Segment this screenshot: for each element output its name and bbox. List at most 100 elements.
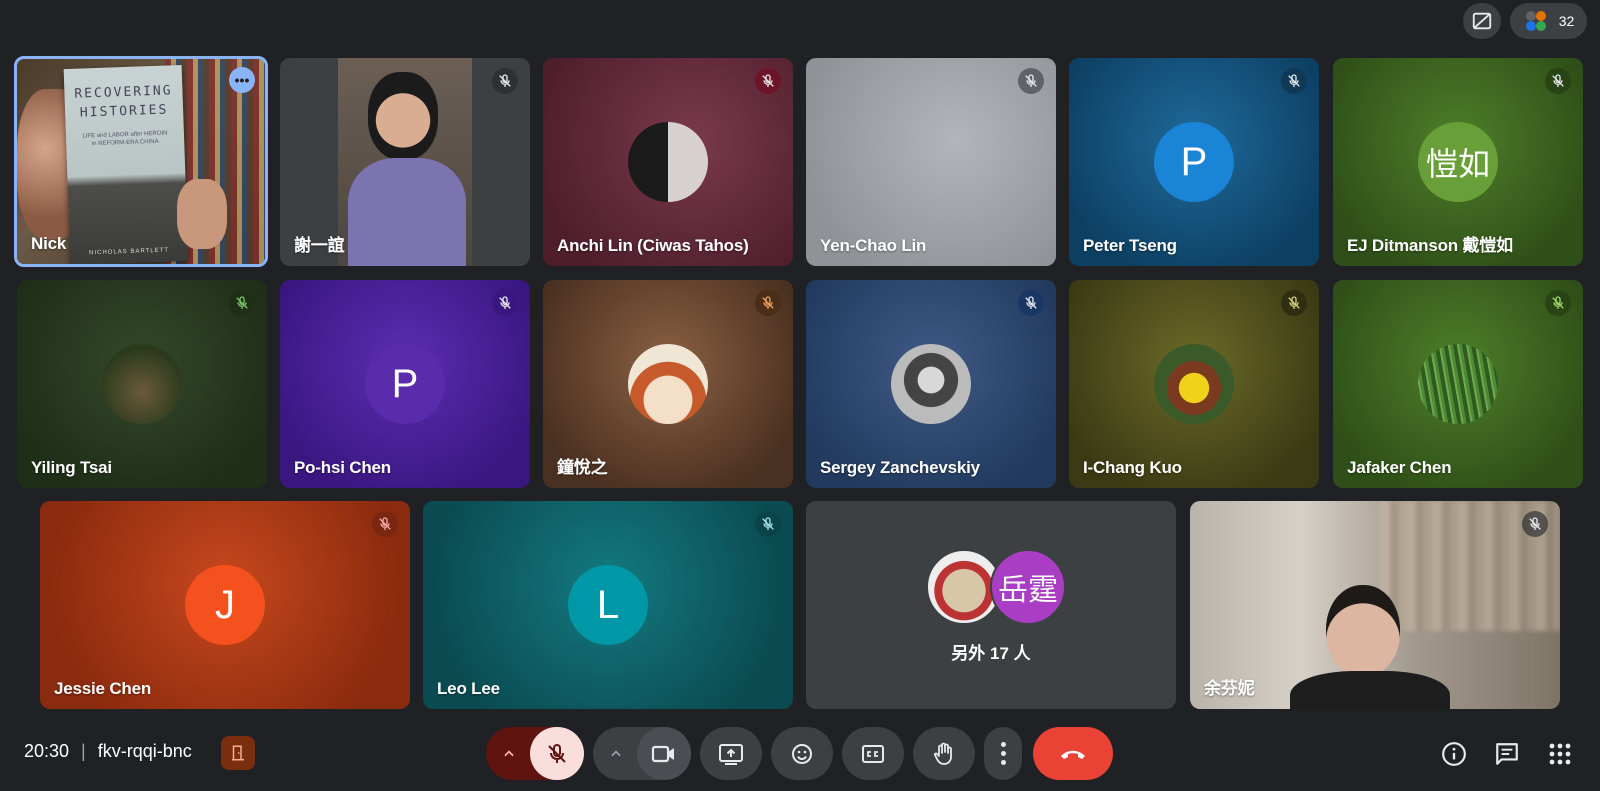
video-options-button[interactable]	[593, 727, 639, 780]
camera-toggle-button[interactable]	[637, 727, 691, 780]
mic-off-icon	[1552, 74, 1564, 87]
mic-off-icon	[379, 517, 391, 530]
clock: 20:30	[24, 741, 70, 761]
person-head	[1326, 585, 1400, 677]
participant-name: Yiling Tsai	[31, 458, 112, 477]
participant-name: EJ Ditmanson 戴愷如	[1347, 236, 1513, 255]
tile-ichang[interactable]: I-Chang Kuo	[1069, 280, 1319, 488]
mic-off-icon	[499, 296, 511, 309]
participant-name: Jafaker Chen	[1347, 458, 1452, 477]
mic-off-indicator	[755, 290, 781, 316]
meeting-details-button[interactable]	[1440, 740, 1468, 768]
mic-off-indicator	[1545, 68, 1571, 94]
avatar: P	[365, 344, 445, 424]
reactions-button[interactable]	[771, 727, 833, 780]
mic-off-icon	[1288, 296, 1300, 309]
mic-off-indicator	[1281, 290, 1307, 316]
others-label: 另外 17 人	[951, 644, 1031, 663]
avatar	[1418, 344, 1498, 424]
activities-button[interactable]	[1546, 740, 1574, 768]
chat-icon	[1496, 743, 1518, 765]
participant-name: Po-hsi Chen	[294, 458, 391, 477]
tile-xie[interactable]: 謝一誼	[280, 58, 530, 266]
mic-off-icon	[548, 743, 566, 763]
mic-off-indicator	[372, 511, 398, 537]
meeting-info: 20:30 | fkv-rqqi-bnc	[24, 741, 192, 762]
mic-control-group	[486, 727, 584, 780]
tile-anchi[interactable]: Anchi Lin (Ciwas Tahos)	[543, 58, 793, 266]
mic-off-indicator	[492, 290, 518, 316]
tile-yenchao[interactable]: Yen-Chao Lin	[806, 58, 1056, 266]
mic-off-indicator	[1522, 511, 1548, 537]
participant-name: Yen-Chao Lin	[820, 236, 927, 255]
hand	[177, 179, 227, 249]
hand-icon	[933, 742, 952, 765]
present-to-all-icon	[719, 743, 743, 765]
tile-zhong[interactable]: 鐘悅之	[543, 280, 793, 488]
book-author: NICHOLAS BARTLETT	[89, 247, 170, 257]
camera-control-group	[593, 727, 691, 780]
info-icon	[1442, 742, 1466, 766]
videocam-icon	[651, 745, 674, 762]
book-cover: RECOVERING HISTORIES LIFE and LABOR afte…	[63, 65, 189, 264]
participant-name: Nick	[31, 234, 67, 253]
mic-off-indicator	[755, 511, 781, 537]
participants-pill[interactable]: 32	[1510, 3, 1587, 39]
participant-name: 鐘悅之	[557, 458, 608, 477]
more-vert-icon	[1000, 742, 1006, 765]
avatar	[1154, 344, 1234, 424]
meeting-code: fkv-rqqi-bnc	[97, 741, 192, 761]
mic-off-icon	[1288, 74, 1300, 87]
chat-button[interactable]	[1493, 740, 1521, 768]
participant-name: Leo Lee	[437, 679, 500, 698]
participant-name: Anchi Lin (Ciwas Tahos)	[557, 236, 749, 255]
mic-off-indicator	[229, 290, 255, 316]
participant-name: I-Chang Kuo	[1083, 458, 1182, 477]
avatar	[628, 344, 708, 424]
raise-hand-button[interactable]	[913, 727, 975, 780]
tile-pohsi[interactable]: P Po-hsi Chen	[280, 280, 530, 488]
participant-name: 謝一誼	[294, 236, 345, 255]
tile-jafaker[interactable]: Jafaker Chen	[1333, 280, 1583, 488]
book-title-line1: RECOVERING	[74, 83, 173, 102]
leave-call-button[interactable]	[1033, 727, 1113, 780]
present-button[interactable]	[700, 727, 762, 780]
captions-button[interactable]	[842, 727, 904, 780]
tile-leo[interactable]: L Leo Lee	[423, 501, 793, 709]
audio-options-button[interactable]	[486, 727, 532, 780]
avatar	[628, 122, 708, 202]
emoji-icon	[792, 743, 812, 764]
more-options-button[interactable]	[984, 727, 1022, 780]
mic-off-indicator	[755, 68, 781, 94]
more-options-button[interactable]: •••	[229, 67, 255, 93]
participant-name: Jessie Chen	[54, 679, 152, 698]
apps-grid-icon	[1549, 743, 1571, 765]
participant-name: 余芬妮	[1204, 679, 1255, 698]
tile-yu[interactable]: 余芬妮	[1190, 501, 1560, 709]
hide-video-icon	[1472, 12, 1492, 30]
video-frame	[338, 58, 472, 266]
tile-jessie[interactable]: J Jessie Chen	[40, 501, 410, 709]
tile-sergey[interactable]: Sergey Zanchevskiy	[806, 280, 1056, 488]
tile-ej[interactable]: 愷如 EJ Ditmanson 戴愷如	[1333, 58, 1583, 266]
tile-others[interactable]: 岳霆 另外 17 人	[806, 501, 1176, 709]
participant-count: 32	[1558, 13, 1575, 29]
more-horiz-icon: •••	[234, 72, 250, 88]
tile-yiling[interactable]: Yiling Tsai	[17, 280, 267, 488]
mic-off-indicator	[1545, 290, 1571, 316]
tile-peter[interactable]: P Peter Tseng	[1069, 58, 1319, 266]
mic-off-icon	[1552, 296, 1564, 309]
hide-self-view-button[interactable]	[1463, 3, 1501, 39]
book-subtitle: LIFE and LABOR after HEROIN in REFORM-ER…	[82, 130, 168, 148]
host-controls-button[interactable]	[221, 736, 255, 770]
avatar: 愷如	[1418, 122, 1498, 202]
avatar: J	[185, 565, 265, 645]
tile-nick[interactable]: RECOVERING HISTORIES LIFE and LABOR afte…	[14, 56, 268, 267]
mic-toggle-button[interactable]	[530, 727, 584, 780]
participant-name: Sergey Zanchevskiy	[820, 458, 980, 477]
mic-off-icon	[499, 74, 511, 87]
participant-name: Peter Tseng	[1083, 236, 1177, 255]
mic-off-icon	[762, 517, 774, 530]
mic-off-indicator	[1018, 290, 1044, 316]
mic-off-icon	[762, 74, 774, 87]
